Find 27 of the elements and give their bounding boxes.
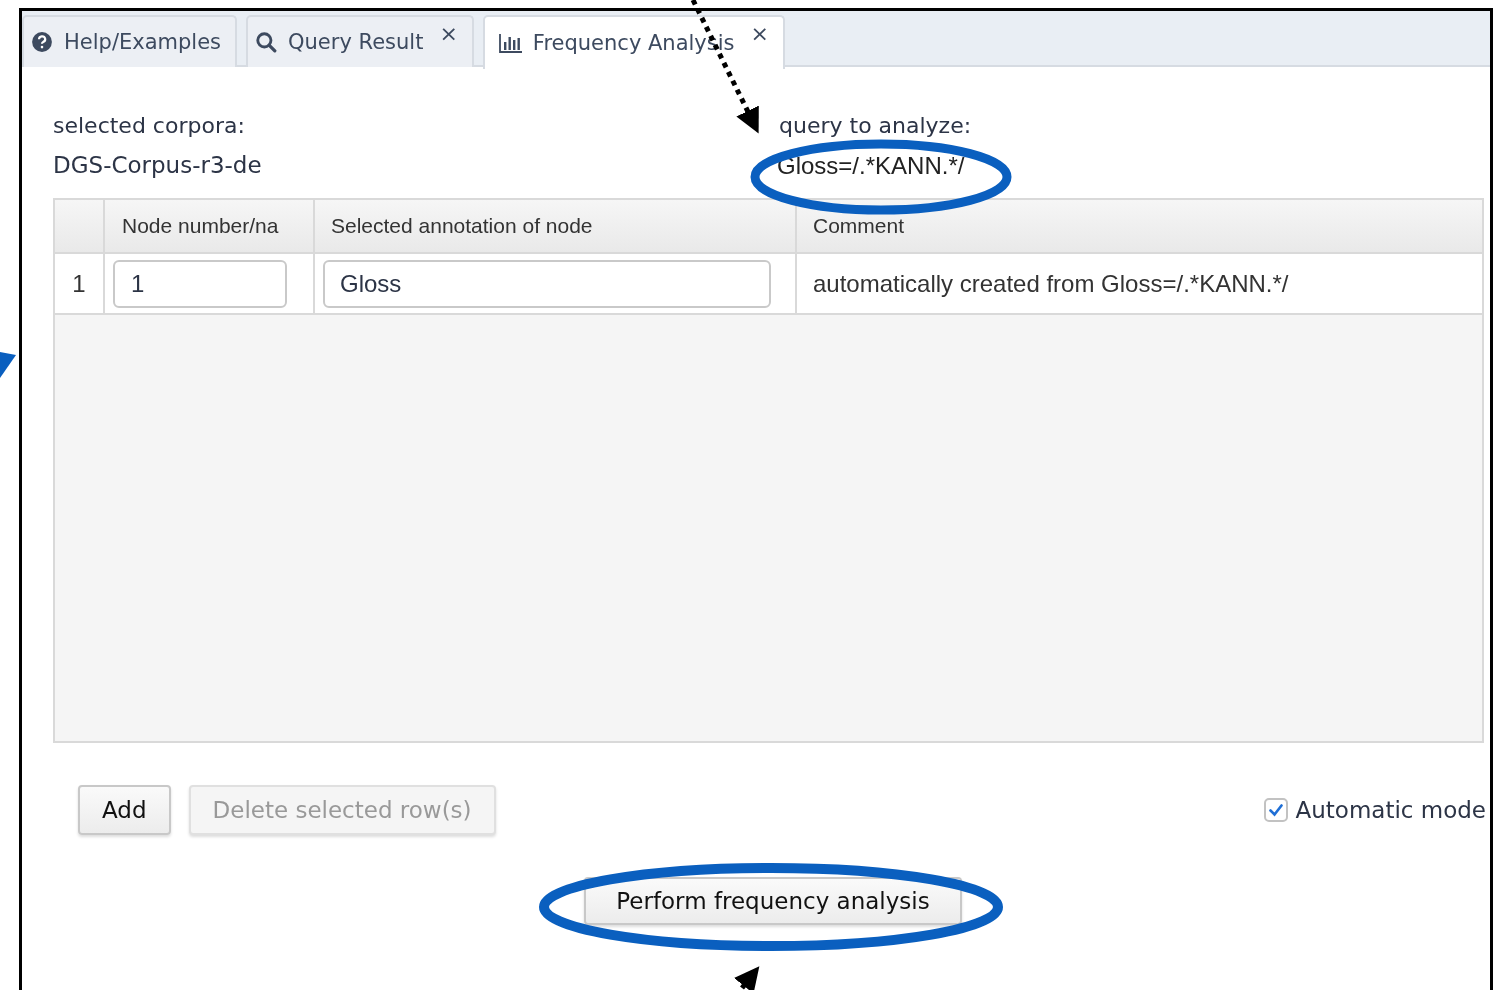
checkbox-label: Automatic mode bbox=[1295, 797, 1486, 823]
column-header: Comment bbox=[812, 213, 906, 239]
corpora-label: selected corpora: bbox=[53, 113, 246, 138]
add-button[interactable]: Add bbox=[78, 785, 171, 835]
annotation-input[interactable]: Gloss bbox=[323, 259, 771, 308]
perform-button[interactable]: Perform frequency analysis bbox=[584, 877, 962, 925]
checkbox[interactable] bbox=[1263, 798, 1288, 822]
column-header: Selected annotation of node bbox=[315, 200, 797, 252]
column-header: Node number/na bbox=[105, 200, 315, 252]
help-icon bbox=[30, 31, 54, 53]
tab-label: Frequency Analysis bbox=[532, 31, 735, 55]
query-label: query to analyze: bbox=[779, 113, 972, 138]
tab-label: Query Result bbox=[288, 30, 424, 54]
bar-chart-icon bbox=[498, 32, 523, 54]
query-text: Gloss=/.*KANN.*/ bbox=[777, 152, 966, 180]
row-number: 1 bbox=[55, 254, 105, 313]
comment-cell-text: automatically created from Gloss=/.*KANN.*/ bbox=[812, 268, 1290, 299]
tab[interactable]: Query Result × bbox=[246, 15, 474, 67]
tab-label: Help/Examples bbox=[64, 30, 221, 54]
node-input[interactable]: 1 bbox=[113, 259, 287, 308]
arrow-tip bbox=[0, 352, 16, 378]
close-button[interactable]: × bbox=[439, 21, 458, 46]
tab[interactable]: Frequency Analysis × bbox=[482, 15, 785, 69]
search-icon bbox=[254, 31, 278, 53]
tab[interactable]: Help/Examples bbox=[22, 15, 237, 67]
close-button[interactable]: × bbox=[750, 21, 769, 46]
corpus-name: DGS-Corpus-r3-de bbox=[53, 152, 263, 178]
